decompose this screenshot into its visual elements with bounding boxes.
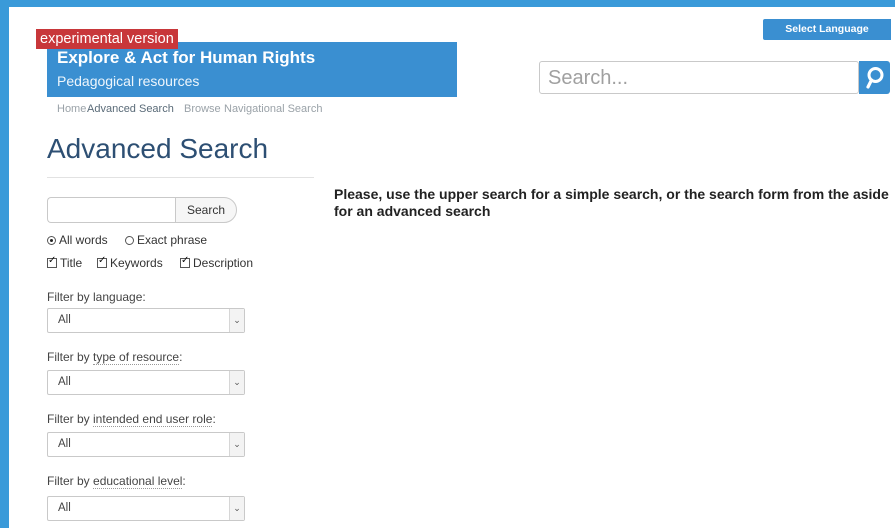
checkbox-checked-icon[interactable] bbox=[180, 255, 190, 268]
user-role-select[interactable]: All ⌄ bbox=[47, 432, 245, 457]
search-icon bbox=[866, 67, 884, 89]
chevron-down-icon[interactable]: ⌄ bbox=[229, 433, 244, 456]
filter-language-label: Filter by language: bbox=[47, 290, 146, 304]
filter-suffix: : bbox=[179, 350, 183, 364]
language-select[interactable]: All ⌄ bbox=[47, 308, 245, 333]
chevron-down-icon[interactable]: ⌄ bbox=[229, 309, 244, 332]
breadcrumb-browse[interactable]: Browse bbox=[184, 103, 221, 115]
radio-all-words-label: All words bbox=[59, 233, 108, 247]
checkbox-description-label: Description bbox=[193, 256, 254, 270]
breadcrumb-navigational-search[interactable]: Navigational Search bbox=[224, 103, 322, 115]
radio-unselected-icon[interactable] bbox=[125, 235, 134, 245]
checkbox-description[interactable]: Description bbox=[180, 255, 254, 270]
top-search-button[interactable] bbox=[859, 61, 890, 94]
filter-resource-type-label: Filter by type of resource: bbox=[47, 350, 183, 365]
educational-level-select-value: All bbox=[58, 502, 71, 514]
chevron-down-icon[interactable]: ⌄ bbox=[229, 371, 244, 394]
filter-prefix: Filter by bbox=[47, 474, 94, 488]
checkbox-keywords-label: Keywords bbox=[110, 256, 163, 270]
educational-level-select[interactable]: All ⌄ bbox=[47, 496, 245, 521]
filter-educational-level-label: Filter by educational level: bbox=[47, 474, 186, 489]
title-divider bbox=[47, 177, 314, 178]
keyword-search-input[interactable] bbox=[47, 197, 175, 223]
language-select-value: All bbox=[58, 314, 71, 326]
filter-user-role-label: Filter by intended end user role: bbox=[47, 412, 216, 427]
filter-prefix: Filter by bbox=[47, 412, 94, 426]
filter-term: language bbox=[93, 290, 143, 304]
filter-suffix: : bbox=[182, 474, 186, 488]
radio-selected-icon[interactable] bbox=[47, 235, 56, 245]
select-language-button[interactable]: Select Language bbox=[763, 19, 891, 40]
radio-exact-phrase[interactable]: Exact phrase bbox=[125, 233, 207, 247]
filter-term: educational level bbox=[93, 474, 183, 489]
user-role-select-value: All bbox=[58, 438, 71, 450]
info-message: Please, use the upper search for a simpl… bbox=[334, 186, 889, 219]
site-subtitle: Pedagogical resources bbox=[57, 73, 200, 89]
chevron-down-icon[interactable]: ⌄ bbox=[229, 497, 244, 520]
breadcrumb-advanced-search[interactable]: Advanced Search bbox=[87, 103, 174, 115]
checkbox-title-label: Title bbox=[60, 256, 83, 270]
resource-type-select-value: All bbox=[58, 376, 71, 388]
radio-exact-phrase-label: Exact phrase bbox=[137, 233, 208, 247]
search-button[interactable]: Search bbox=[175, 197, 237, 223]
top-search-input[interactable]: Search... bbox=[539, 61, 859, 94]
filter-prefix: Filter by bbox=[47, 290, 94, 304]
page-title: Advanced Search bbox=[47, 133, 269, 164]
site-title[interactable]: Explore & Act for Human Rights bbox=[57, 48, 315, 68]
resource-type-select[interactable]: All ⌄ bbox=[47, 370, 245, 395]
filter-suffix: : bbox=[212, 412, 216, 426]
filter-term: intended end user role bbox=[93, 412, 213, 427]
filter-term: type of resource bbox=[93, 350, 180, 365]
filter-suffix: : bbox=[142, 290, 146, 304]
checkbox-checked-icon[interactable] bbox=[47, 255, 57, 268]
checkbox-keywords[interactable]: Keywords bbox=[97, 255, 163, 270]
experimental-badge: experimental version bbox=[36, 29, 178, 49]
filter-prefix: Filter by bbox=[47, 350, 94, 364]
checkbox-title[interactable]: Title bbox=[47, 255, 83, 270]
radio-all-words[interactable]: All words bbox=[47, 233, 108, 247]
breadcrumb-home[interactable]: Home bbox=[57, 103, 86, 115]
checkbox-checked-icon[interactable] bbox=[97, 255, 107, 268]
